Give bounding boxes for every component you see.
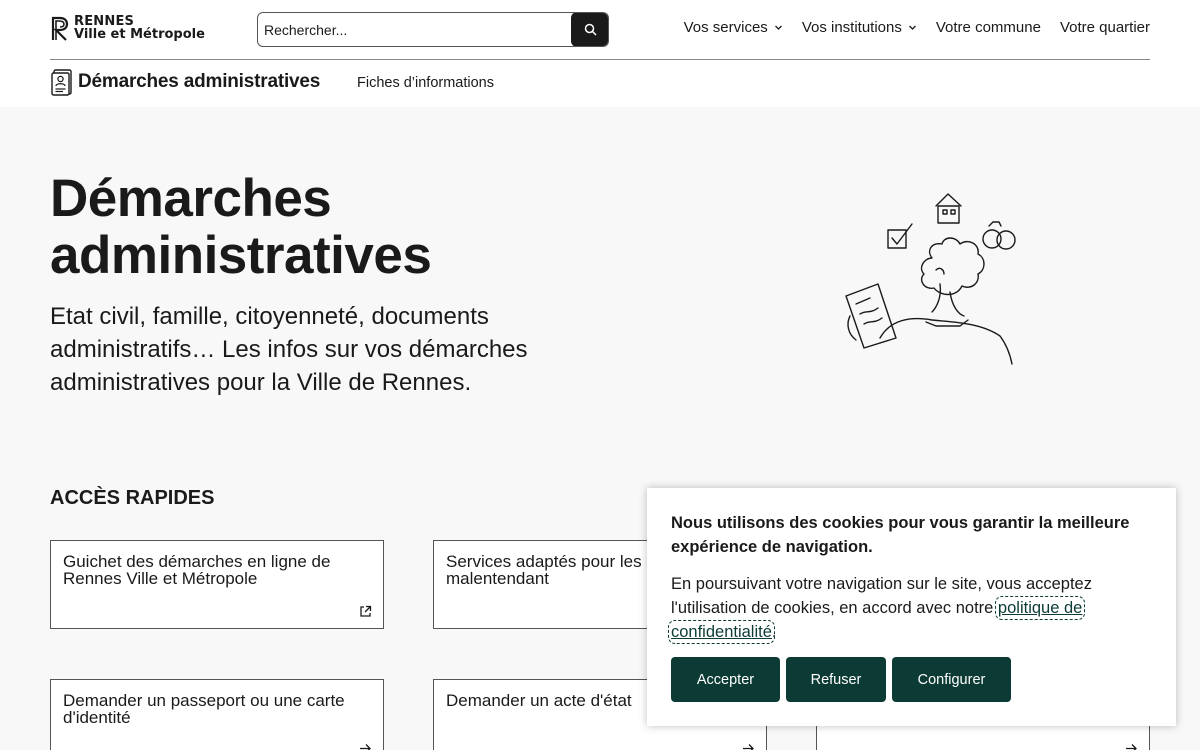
cookie-actions: Accepter Refuser Configurer bbox=[671, 657, 1011, 702]
chevron-down-icon bbox=[774, 25, 782, 30]
cookie-heading: Nous utilisons des cookies pour vous gar… bbox=[671, 514, 1130, 556]
logo-text: RENNES Ville et Métropole bbox=[74, 15, 205, 41]
house-icon bbox=[935, 193, 962, 224]
nav-item-vos-institutions[interactable]: Vos institutions bbox=[802, 19, 917, 36]
rennes-logo[interactable]: RENNES Ville et Métropole bbox=[50, 15, 205, 41]
external-link-icon bbox=[360, 605, 372, 617]
section-navigation: Démarches administratives Fiches d’infor… bbox=[50, 68, 494, 96]
logo-line-2: Ville et Métropole bbox=[74, 27, 205, 42]
search-input[interactable] bbox=[258, 13, 571, 46]
search-icon bbox=[584, 23, 597, 36]
nav-item-votre-commune[interactable]: Votre commune bbox=[936, 19, 1041, 36]
nav-item-label: Votre quartier bbox=[1059, 19, 1150, 36]
quick-access-card-guichet[interactable]: Guichet des démarches en ligne de Rennes… bbox=[50, 540, 384, 629]
person-with-document-illustration bbox=[845, 193, 1016, 365]
id-document-icon bbox=[51, 69, 72, 96]
arrow-right-icon bbox=[360, 744, 371, 750]
wedding-rings-icon bbox=[982, 221, 1016, 250]
card-label: Demander un passeport ou une carte d'ide… bbox=[63, 691, 345, 727]
accept-cookies-button[interactable]: Accepter bbox=[671, 657, 780, 702]
card-label: Guichet des démarches en ligne de Rennes… bbox=[63, 552, 331, 588]
page-title: Démarches administratives bbox=[50, 170, 470, 284]
rennes-r-logo-icon bbox=[51, 16, 69, 41]
chevron-down-icon bbox=[908, 25, 916, 30]
quick-access-title: ACCÈS RAPIDES bbox=[50, 487, 215, 509]
page-title-text: Démarches administratives bbox=[50, 169, 432, 285]
search-bar bbox=[257, 12, 609, 47]
nav-item-votre-quartier[interactable]: Votre quartier bbox=[1060, 19, 1150, 36]
header-divider bbox=[50, 59, 1150, 60]
checkbox-icon bbox=[887, 223, 913, 249]
configure-cookies-button[interactable]: Configurer bbox=[892, 657, 1011, 702]
arrow-right-icon bbox=[743, 744, 754, 750]
nav-item-label: Vos institutions bbox=[801, 19, 902, 36]
cookie-banner: Nous utilisons des cookies pour vous gar… bbox=[647, 488, 1176, 726]
nav-item-label: Vos services bbox=[683, 19, 768, 36]
cookie-message-end: . bbox=[771, 623, 777, 641]
main-navigation: Vos services Vos institutions Votre comm… bbox=[684, 19, 1150, 36]
quick-access-card-passeport[interactable]: Demander un passeport ou une carte d'ide… bbox=[50, 679, 384, 750]
search-button[interactable] bbox=[571, 13, 608, 46]
cookie-message: En poursuivant votre navigation sur le s… bbox=[667, 572, 1161, 644]
page-subtitle: Etat civil, famille, citoyenneté, docume… bbox=[50, 303, 528, 396]
section-title[interactable]: Démarches administratives bbox=[78, 71, 320, 93]
nav-item-label: Votre commune bbox=[935, 19, 1041, 36]
site-header: RENNES Ville et Métropole Vos services V… bbox=[0, 0, 1200, 107]
refuse-cookies-button[interactable]: Refuser bbox=[786, 657, 886, 702]
nav-item-vos-services[interactable]: Vos services bbox=[684, 19, 783, 36]
arrow-right-icon bbox=[1126, 744, 1137, 750]
fiches-informations-link[interactable]: Fiches d’informations bbox=[357, 75, 494, 91]
